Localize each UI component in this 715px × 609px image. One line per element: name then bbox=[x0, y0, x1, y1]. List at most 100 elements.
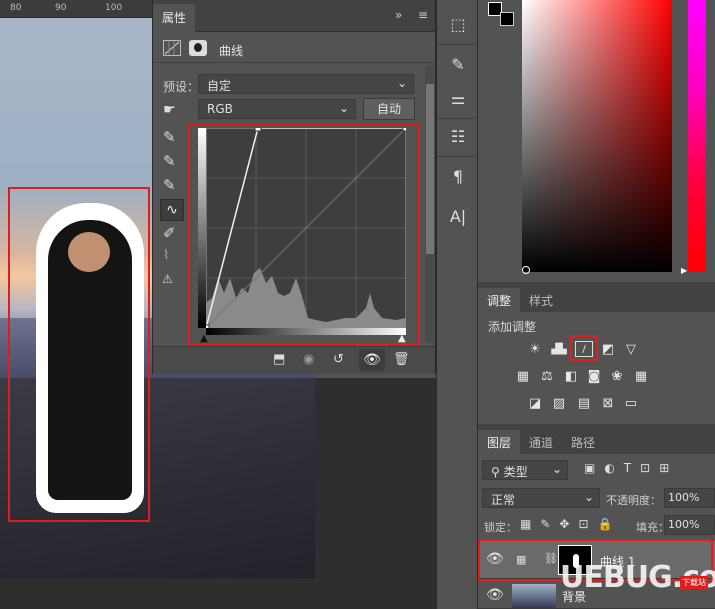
reset-icon[interactable]: ↺ bbox=[333, 352, 344, 367]
horizontal-ruler: 80 90 100 bbox=[0, 0, 152, 18]
tab-layers[interactable]: 图层 bbox=[478, 430, 521, 458]
panel-menu-icon[interactable]: ≡ bbox=[418, 8, 428, 22]
properties-panel: 属性 » ≡ 曲线 预设： 自定 ⌄ ☛ RGB ⌄ 自动 ✎ ✎ ✎ ∿ ✐ … bbox=[152, 0, 436, 374]
properties-scrollbar[interactable] bbox=[425, 66, 435, 342]
panel-dock-column: ⬚ ✎ ⚌ ☷ ¶ A| bbox=[436, 0, 478, 609]
fill-input[interactable]: 100% bbox=[664, 515, 715, 535]
eye-icon[interactable]: 👁 bbox=[486, 587, 504, 603]
color-balance-icon[interactable]: ⚖ bbox=[538, 369, 556, 385]
white-point-slider[interactable]: ▲ bbox=[398, 333, 406, 344]
3d-cube-icon[interactable]: ⬚ bbox=[445, 12, 471, 38]
layers-tabbar: 图层 通道 路径 bbox=[478, 424, 715, 458]
right-panels: ▶ 调整 样式 添加调整 ☀ ▟▙ / ◩ ▽ ▦ ⚖ ◧ ◙ ❀ ▦ ◪ ▨ … bbox=[478, 0, 715, 609]
paragraph-icon[interactable]: ¶ bbox=[445, 164, 471, 190]
black-white-icon[interactable]: ◧ bbox=[562, 369, 580, 385]
layer-filter-icons[interactable]: ▣◐T⊡⊞ bbox=[584, 461, 678, 475]
ruler-label: 90 bbox=[55, 3, 67, 13]
eyedropper-black-icon[interactable]: ✎ bbox=[163, 128, 176, 146]
black-point-slider[interactable]: ▲ bbox=[200, 333, 208, 344]
lock-icons[interactable]: ▦✎✥⊡🔒 bbox=[520, 517, 621, 531]
brush-presets-icon[interactable]: ✎ bbox=[445, 52, 471, 78]
eyedropper-white-icon[interactable]: ✎ bbox=[163, 176, 176, 194]
divider bbox=[437, 118, 477, 119]
tab-channels[interactable]: 通道 bbox=[520, 430, 562, 458]
watermark-sub: 下载站 bbox=[680, 576, 708, 589]
add-adjustment-label: 添加调整 bbox=[488, 320, 537, 334]
properties-tabbar: 属性 » ≡ bbox=[153, 0, 435, 37]
tab-properties[interactable]: 属性 bbox=[153, 4, 196, 37]
workspace-background bbox=[315, 378, 437, 609]
hue-slider[interactable] bbox=[688, 0, 706, 272]
exposure-icon[interactable]: ◩ bbox=[599, 342, 617, 358]
invert-icon[interactable]: ◪ bbox=[526, 396, 544, 412]
properties-title: 曲线 bbox=[219, 44, 244, 58]
gradient-map-icon[interactable]: ▭ bbox=[622, 396, 640, 412]
properties-footer: ⬒ ◉ ↺ 👁 🗑 bbox=[153, 346, 435, 374]
chevron-down-icon: ⌄ bbox=[396, 76, 407, 90]
delete-trash-icon[interactable]: 🗑 bbox=[393, 352, 410, 367]
channel-dropdown[interactable]: RGB ⌄ bbox=[198, 99, 356, 119]
preset-dropdown[interactable]: 自定 ⌄ bbox=[198, 74, 414, 94]
collapse-icon[interactable]: » bbox=[395, 8, 402, 22]
chevron-down-icon: ⌄ bbox=[583, 490, 594, 504]
view-previous-icon[interactable]: ◉ bbox=[303, 352, 314, 367]
blend-mode-value: 正常 bbox=[491, 493, 516, 507]
adjustments-tabbar: 调整 样式 bbox=[478, 282, 715, 316]
channel-mixer-icon[interactable]: ❀ bbox=[608, 369, 626, 385]
posterize-icon[interactable]: ▨ bbox=[550, 396, 568, 412]
input-gradient-bar bbox=[206, 328, 406, 335]
preset-label: 预设： bbox=[163, 80, 200, 94]
curves-icon[interactable]: / bbox=[575, 341, 593, 357]
threshold-icon[interactable]: ▤ bbox=[575, 396, 593, 412]
clipping-warning-icon[interactable]: ⚠ bbox=[162, 272, 173, 286]
opacity-input[interactable]: 100% bbox=[664, 488, 715, 508]
curve-points-tool-icon[interactable]: ∿ bbox=[160, 199, 184, 221]
on-image-adjust-icon[interactable]: ☛ bbox=[163, 102, 176, 118]
preset-value: 自定 bbox=[207, 79, 232, 93]
visibility-eye-icon[interactable]: 👁 bbox=[359, 349, 385, 371]
canvas-background bbox=[0, 578, 315, 609]
layer-mask-icon[interactable] bbox=[189, 40, 207, 56]
vibrance-icon[interactable]: ▽ bbox=[622, 342, 640, 358]
channel-value: RGB bbox=[207, 102, 233, 116]
output-gradient-bar bbox=[198, 128, 206, 328]
divider bbox=[437, 156, 477, 157]
ruler-label: 80 bbox=[10, 3, 22, 13]
divider bbox=[153, 62, 435, 63]
background-color-swatch[interactable] bbox=[500, 12, 514, 26]
blend-mode-dropdown[interactable]: 正常 ⌄ bbox=[482, 488, 600, 508]
color-field[interactable] bbox=[522, 0, 672, 272]
layer-thumbnail[interactable] bbox=[512, 584, 556, 608]
auto-button[interactable]: 自动 bbox=[363, 98, 415, 120]
tool-presets-icon[interactable]: ⚌ bbox=[445, 86, 471, 112]
hue-slider-handle[interactable]: ▶ bbox=[681, 266, 687, 275]
pencil-icon[interactable]: ✐ bbox=[163, 224, 176, 242]
selective-color-icon[interactable]: ⊠ bbox=[599, 396, 617, 412]
highlight-box-subject bbox=[8, 187, 150, 522]
curves-graph[interactable] bbox=[202, 124, 410, 332]
chevron-down-icon: ⌄ bbox=[551, 462, 562, 476]
levels-icon[interactable]: ▟▙ bbox=[550, 342, 568, 358]
chevron-down-icon: ⌄ bbox=[338, 101, 349, 115]
opacity-label: 不透明度： bbox=[606, 494, 661, 507]
color-lookup-icon[interactable]: ▦ bbox=[632, 369, 650, 385]
smooth-curve-icon[interactable]: ⌇ bbox=[163, 248, 169, 263]
divider bbox=[437, 44, 477, 45]
ruler-label: 100 bbox=[105, 3, 123, 13]
tab-paths[interactable]: 路径 bbox=[562, 430, 604, 458]
color-picker-cursor[interactable] bbox=[522, 266, 530, 274]
curves-adjustment-icon bbox=[163, 40, 181, 56]
tab-adjustments[interactable]: 调整 bbox=[478, 288, 521, 316]
clone-source-icon[interactable]: ☷ bbox=[445, 124, 471, 150]
tab-styles[interactable]: 样式 bbox=[520, 288, 562, 316]
photo-filter-icon[interactable]: ◙ bbox=[585, 369, 603, 385]
hue-saturation-icon[interactable]: ▦ bbox=[514, 369, 532, 385]
layer-filter-dropdown[interactable]: ⚲ 类型 ⌄ bbox=[482, 460, 568, 480]
character-icon[interactable]: A| bbox=[445, 204, 471, 230]
search-icon: ⚲ bbox=[491, 465, 504, 479]
layer-filter-value: 类型 bbox=[503, 465, 528, 479]
lock-label: 锁定： bbox=[484, 521, 517, 534]
eyedropper-gray-icon[interactable]: ✎ bbox=[163, 152, 176, 170]
brightness-icon[interactable]: ☀ bbox=[526, 342, 544, 358]
clip-to-layer-icon[interactable]: ⬒ bbox=[273, 352, 285, 367]
